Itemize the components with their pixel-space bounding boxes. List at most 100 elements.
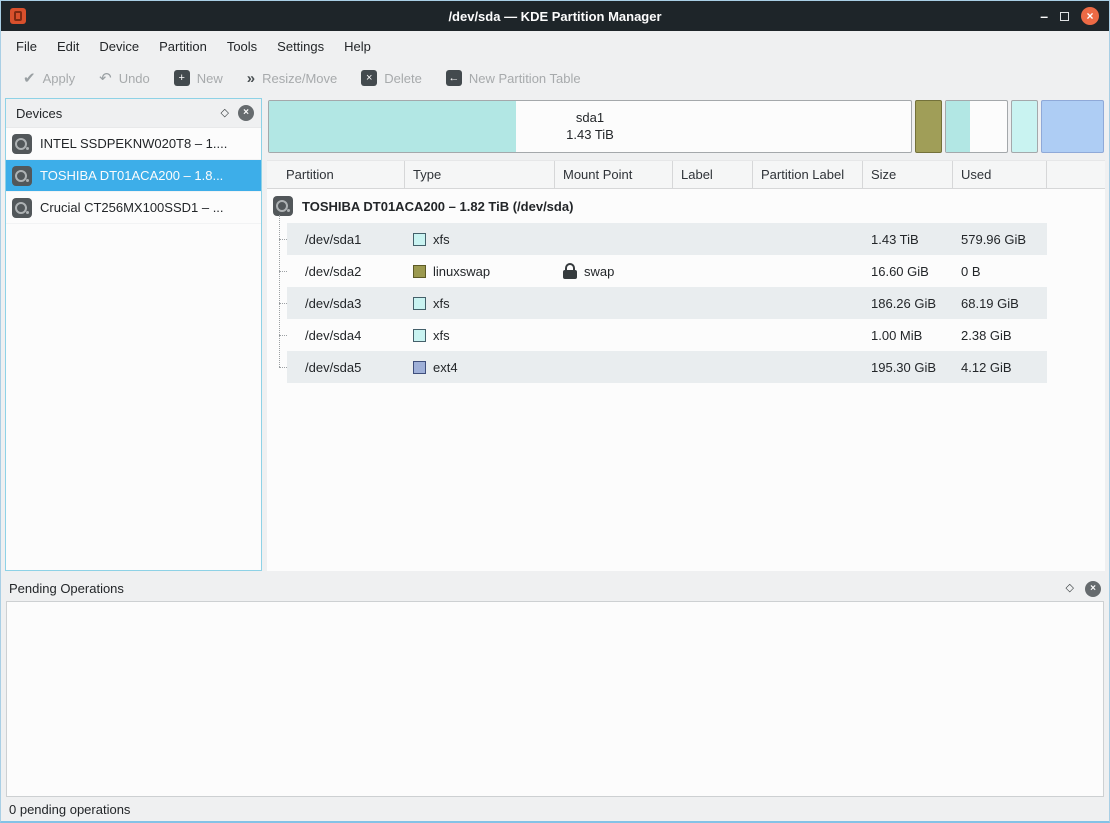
menu-partition[interactable]: Partition [149, 34, 217, 59]
close-panel-icon[interactable]: × [238, 105, 254, 121]
col-label[interactable]: Label [673, 161, 753, 188]
app-window: /dev/sda — KDE Partition Manager – × Fil… [0, 0, 1110, 823]
table-header: Partition Type Mount Point Label Partiti… [267, 160, 1105, 189]
undo-icon: ↶ [99, 71, 112, 86]
fs-color-swatch [413, 265, 426, 278]
table-row[interactable]: /dev/sda5 ext4 195.30 GiB 4.12 GiB [287, 351, 1047, 383]
device-item-toshiba[interactable]: TOSHIBA DT01ACA200 – 1.8... [6, 160, 261, 192]
close-button[interactable]: × [1081, 7, 1099, 25]
col-used[interactable]: Used [953, 161, 1047, 188]
cell-type: xfs [405, 232, 555, 247]
menu-tools[interactable]: Tools [217, 34, 267, 59]
partition-table: Partition Type Mount Point Label Partiti… [267, 160, 1105, 571]
cell-partition: /dev/sda2 [287, 264, 405, 279]
table-row[interactable]: /dev/sda1 xfs 1.43 TiB 579.96 GiB [287, 223, 1047, 255]
cell-partition: /dev/sda5 [287, 360, 405, 375]
table-row[interactable]: /dev/sda2 linuxswap swap 16.60 GiB 0 B [287, 255, 1047, 287]
partition-segment-sda5[interactable] [1041, 100, 1104, 153]
selected-partition-label: sda1 1.43 TiB [269, 101, 911, 152]
new-partition-table-button[interactable]: ← New Partition Table [434, 70, 593, 86]
device-item-crucial[interactable]: Crucial CT256MX100SSD1 – ... [6, 192, 261, 224]
col-mount-point[interactable]: Mount Point [555, 161, 673, 188]
cell-size: 1.00 MiB [863, 328, 953, 343]
devices-panel-title: Devices [16, 106, 212, 121]
resize-move-button[interactable]: » Resize/Move [235, 71, 349, 86]
cell-size: 186.26 GiB [863, 296, 953, 311]
device-label: Crucial CT256MX100SSD1 – ... [40, 200, 224, 215]
disk-icon [12, 198, 32, 218]
menu-file[interactable]: File [6, 34, 47, 59]
menu-settings[interactable]: Settings [267, 34, 334, 59]
disk-icon [12, 134, 32, 154]
col-type[interactable]: Type [405, 161, 555, 188]
mount-point: swap [584, 264, 614, 279]
pending-operations-list[interactable] [6, 601, 1104, 797]
app-icon [10, 8, 26, 24]
fs-color-swatch [413, 329, 426, 342]
cell-type: ext4 [405, 360, 555, 375]
fs-type: ext4 [433, 360, 458, 375]
fs-type: linuxswap [433, 264, 490, 279]
menubar: File Edit Device Partition Tools Setting… [1, 31, 1109, 61]
new-partition-table-icon: ← [446, 70, 462, 86]
cell-used: 4.12 GiB [953, 360, 1047, 375]
partition-size: 1.43 TiB [566, 127, 614, 144]
fs-type: xfs [433, 328, 450, 343]
col-filler [1047, 161, 1105, 188]
table-row[interactable]: /dev/sda3 xfs 186.26 GiB 68.19 GiB [287, 287, 1047, 319]
new-partition-icon: + [174, 70, 190, 86]
fs-color-swatch [413, 361, 426, 374]
pending-operations-panel: Pending Operations ◇ × [1, 576, 1109, 797]
cell-mount-point: swap [555, 263, 673, 279]
float-panel-icon[interactable]: ◇ [1066, 583, 1074, 594]
col-size[interactable]: Size [863, 161, 953, 188]
col-partition[interactable]: Partition [267, 161, 405, 188]
resize-move-label: Resize/Move [262, 71, 337, 86]
cell-size: 1.43 TiB [863, 232, 953, 247]
window-controls: – × [1040, 7, 1099, 25]
cell-used: 579.96 GiB [953, 232, 1047, 247]
float-panel-icon[interactable]: ◇ [221, 108, 229, 119]
partition-segment-sda3[interactable] [945, 100, 1008, 153]
partition-name: sda1 [576, 110, 604, 127]
device-item-intel[interactable]: INTEL SSDPEKNW020T8 – 1.... [6, 128, 261, 160]
delete-button[interactable]: × Delete [349, 70, 434, 86]
partition-segment-sda4[interactable] [1011, 100, 1038, 153]
cell-used: 68.19 GiB [953, 296, 1047, 311]
main-area: Devices ◇ × INTEL SSDPEKNW020T8 – 1.... … [1, 95, 1109, 576]
pending-panel-title: Pending Operations [9, 581, 1055, 596]
menu-edit[interactable]: Edit [47, 34, 89, 59]
partition-segment-sda1[interactable]: sda1 1.43 TiB [268, 100, 912, 153]
cell-size: 16.60 GiB [863, 264, 953, 279]
cell-type: xfs [405, 296, 555, 311]
cell-used: 2.38 GiB [953, 328, 1047, 343]
disk-view: sda1 1.43 TiB Partition Type Mount Point [267, 98, 1105, 571]
apply-label: Apply [43, 71, 76, 86]
menu-device[interactable]: Device [89, 34, 149, 59]
titlebar[interactable]: /dev/sda — KDE Partition Manager – × [1, 1, 1109, 31]
col-partition-label[interactable]: Partition Label [753, 161, 863, 188]
cell-partition: /dev/sda3 [287, 296, 405, 311]
partition-segment-sda2[interactable] [915, 100, 942, 153]
menu-help[interactable]: Help [334, 34, 381, 59]
new-partition-button[interactable]: + New [162, 70, 235, 86]
new-label: New [197, 71, 223, 86]
table-row[interactable]: /dev/sda4 xfs 1.00 MiB 2.38 GiB [287, 319, 1047, 351]
partition-rows: /dev/sda1 xfs 1.43 TiB 579.96 GiB /dev/s… [267, 223, 1105, 383]
partition-bar: sda1 1.43 TiB [267, 98, 1105, 158]
disk-icon [273, 196, 293, 216]
cell-type: linuxswap [405, 264, 555, 279]
cell-used: 0 B [953, 264, 1047, 279]
maximize-button[interactable] [1060, 12, 1069, 21]
fs-type: xfs [433, 232, 450, 247]
device-header-row[interactable]: TOSHIBA DT01ACA200 – 1.82 TiB (/dev/sda) [267, 189, 1105, 223]
cell-partition: /dev/sda4 [287, 328, 405, 343]
device-label: INTEL SSDPEKNW020T8 – 1.... [40, 136, 227, 151]
delete-label: Delete [384, 71, 422, 86]
undo-button[interactable]: ↶ Undo [87, 71, 162, 86]
device-list: INTEL SSDPEKNW020T8 – 1.... TOSHIBA DT01… [6, 127, 261, 570]
minimize-button[interactable]: – [1040, 9, 1048, 23]
devices-panel-header: Devices ◇ × [6, 99, 261, 127]
apply-button[interactable]: ✔ Apply [11, 71, 87, 86]
close-panel-icon[interactable]: × [1085, 581, 1101, 597]
